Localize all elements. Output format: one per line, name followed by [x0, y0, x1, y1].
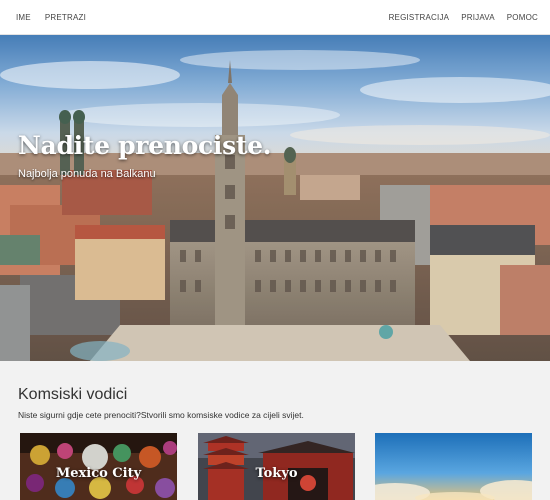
nav-link-help[interactable]: POMOC [507, 13, 538, 22]
card-label: Mexico City [55, 466, 142, 481]
guide-card-third[interactable] [375, 433, 532, 500]
guide-card-mexico-city[interactable]: Mexico City [20, 433, 177, 500]
hero-subtitle: Najbolja ponuda na Balkanu [18, 168, 156, 180]
section-description: Niste sigurni gdje cete prenociti?Stvori… [18, 410, 304, 420]
top-navbar: IME PRETRAZI REGISTRACIJA PRIJAVA POMOC [0, 0, 550, 35]
nav-link-login[interactable]: PRIJAVA [461, 13, 495, 22]
hero-cityscape-image [0, 35, 550, 361]
hero-banner: Nadite prenociste. Najbolja ponuda na Ba… [0, 35, 550, 361]
nav-link-search[interactable]: PRETRAZI [45, 13, 86, 22]
nav-left-group: IME PRETRAZI [16, 0, 100, 35]
section-heading: Komsiski vodici [18, 386, 128, 403]
guide-card-tokyo[interactable]: Tokyo [198, 433, 355, 500]
nav-right-group: REGISTRACIJA PRIJAVA POMOC [377, 0, 538, 35]
nav-link-register[interactable]: REGISTRACIJA [389, 13, 450, 22]
nav-link-home[interactable]: IME [16, 13, 31, 22]
card-label: Tokyo [255, 466, 298, 481]
sky-clouds-image [375, 433, 532, 500]
hero-title: Nadite prenociste. [18, 131, 272, 160]
